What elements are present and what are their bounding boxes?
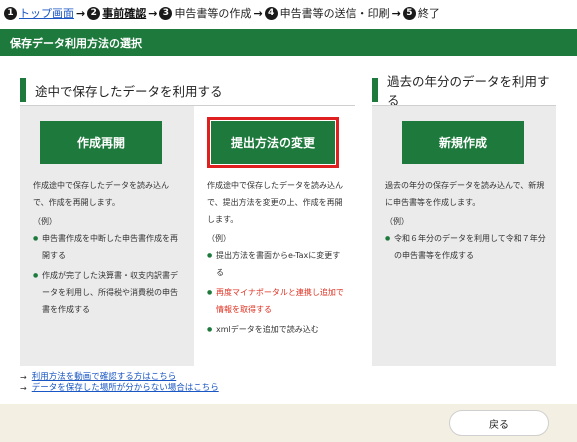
step-label-top[interactable]: トップ画面: [19, 5, 74, 21]
resume-description: 作成途中で保存したデータを読み込んで、作成を再開します。 （例） 申告書作成を中…: [33, 177, 183, 321]
new-create-description-text: 過去の年分の保存データを読み込んで、新規に申告書等を作成します。: [385, 181, 545, 207]
list-item: 作成が完了した決算書・収支内訳書データを利用し、所得税や消費税の申告書を作成する: [33, 267, 183, 318]
step-label-create: 申告書等の作成: [174, 7, 252, 20]
step-number-5: 5: [402, 6, 416, 20]
new-create-example-list: 令和６年分のデータを利用して令和７年分の申告書等を作成する: [385, 230, 546, 264]
resume-button[interactable]: 作成再開: [40, 121, 162, 164]
arrow-right-icon: →: [20, 384, 27, 393]
step-number-4: 4: [264, 6, 278, 20]
list-item: 令和６年分のデータを利用して令和７年分の申告書等を作成する: [385, 230, 546, 264]
list-item: xmlデータを追加で読み込む: [207, 321, 345, 338]
new-create-card: 新規作成 過去の年分の保存データを読み込んで、新規に申告書等を作成します。 （例…: [372, 106, 556, 366]
left-section: 途中で保存したデータを利用する 作成再開 作成途中で保存したデータを読み込んで、…: [20, 78, 355, 366]
step-arrow: →: [253, 6, 263, 20]
back-button[interactable]: 戻る: [449, 410, 549, 436]
step-send: 4 申告書等の送信・印刷: [264, 5, 390, 21]
right-section-heading: 過去の年分のデータを利用する: [372, 74, 556, 108]
resume-description-text: 作成途中で保存したデータを読み込んで、作成を再開します。: [33, 181, 169, 207]
step-arrow: →: [76, 6, 86, 20]
change-method-example-label: （例）: [207, 234, 231, 243]
step-number-3: 3: [159, 6, 173, 20]
change-method-button[interactable]: 提出方法の変更: [207, 117, 339, 168]
help-links: → 利用方法を動画で確認する方はこちら → データを保存した場所が分からない場合…: [20, 372, 219, 394]
list-item: 提出方法を書面からe-Taxに変更する: [207, 247, 345, 281]
change-method-card: 提出方法の変更 作成途中で保存したデータを読み込んで、提出方法を変更の上、作成を…: [194, 106, 355, 366]
right-section-body: 新規作成 過去の年分の保存データを読み込んで、新規に申告書等を作成します。 （例…: [372, 106, 556, 366]
new-create-button[interactable]: 新規作成: [402, 121, 524, 164]
new-create-description: 過去の年分の保存データを読み込んで、新規に申告書等を作成します。 （例） 令和６…: [385, 177, 546, 267]
video-help-link[interactable]: 利用方法を動画で確認する方はこちら: [32, 372, 177, 383]
page-title: 保存データ利用方法の選択: [0, 29, 577, 56]
step-label-precheck: 事前確認: [102, 7, 147, 20]
step-label-send: 申告書等の送信・印刷: [279, 7, 390, 20]
step-create: 3 申告書等の作成: [159, 5, 251, 21]
list-item-highlighted: 再度マイナポータルと連携し追加で情報を取得する: [207, 284, 345, 318]
step-number-1: 1: [4, 6, 17, 20]
right-section: 過去の年分のデータを利用する 新規作成 過去の年分の保存データを読み込んで、新規…: [372, 74, 556, 366]
new-create-example-label: （例）: [385, 217, 409, 226]
step-precheck: 2 事前確認: [87, 5, 146, 21]
left-section-body: 作成再開 作成途中で保存したデータを読み込んで、作成を再開します。 （例） 申告…: [20, 106, 355, 366]
step-arrow: →: [391, 6, 401, 20]
step-label-finish: 終了: [417, 7, 440, 20]
resume-example-label: （例）: [33, 217, 57, 226]
footer-bar: 戻る: [0, 404, 577, 442]
resume-example-list: 申告書作成を中断した申告書作成を再開する 作成が完了した決算書・収支内訳書データ…: [33, 230, 183, 318]
save-location-help-link-row: → データを保存した場所が分からない場合はこちら: [20, 383, 219, 394]
step-number-2: 2: [87, 6, 101, 20]
left-section-heading: 途中で保存したデータを利用する: [20, 78, 355, 102]
step-top[interactable]: 1 トップ画面: [4, 5, 74, 21]
arrow-right-icon: →: [20, 373, 27, 382]
save-location-help-link[interactable]: データを保存した場所が分からない場合はこちら: [32, 383, 219, 394]
step-arrow: →: [148, 6, 158, 20]
breadcrumb: 1 トップ画面 → 2 事前確認 → 3 申告書等の作成 → 4 申告書等の送信…: [4, 5, 440, 21]
list-item: 申告書作成を中断した申告書作成を再開する: [33, 230, 183, 264]
video-help-link-row: → 利用方法を動画で確認する方はこちら: [20, 372, 219, 383]
change-method-description: 作成途中で保存したデータを読み込んで、提出方法を変更の上、作成を再開します。 （…: [207, 177, 345, 341]
change-method-description-text: 作成途中で保存したデータを読み込んで、提出方法を変更の上、作成を再開します。: [207, 181, 343, 224]
step-finish: 5 終了: [402, 5, 440, 21]
change-method-example-list: 提出方法を書面からe-Taxに変更する 再度マイナポータルと連携し追加で情報を取…: [207, 247, 345, 338]
resume-card: 作成再開 作成途中で保存したデータを読み込んで、作成を再開します。 （例） 申告…: [20, 106, 193, 366]
